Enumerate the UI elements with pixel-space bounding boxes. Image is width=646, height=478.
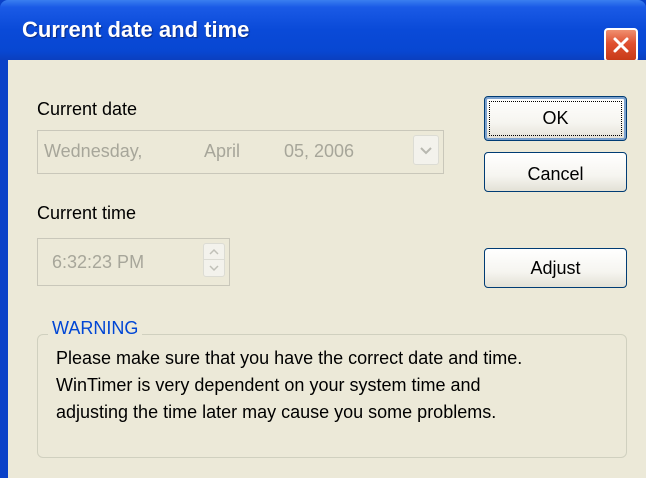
time-value: 6:32:23 PM xyxy=(52,252,145,272)
cancel-button[interactable]: Cancel xyxy=(484,152,627,192)
close-icon xyxy=(612,36,630,54)
date-dropdown-button[interactable] xyxy=(413,135,439,165)
warning-line-3: adjusting the time later may cause you s… xyxy=(56,402,497,422)
date-picker[interactable]: Wednesday, April 05, 2006 xyxy=(37,130,444,174)
chevron-down-icon xyxy=(420,140,432,161)
close-button[interactable] xyxy=(604,28,638,62)
warning-title: WARNING xyxy=(48,318,143,339)
ok-button-label: OK xyxy=(542,108,569,128)
window-title: Current date and time xyxy=(22,17,250,42)
adjust-button-label: Adjust xyxy=(530,257,581,278)
warning-line-1: Please make sure that you have the corre… xyxy=(56,348,523,368)
current-time-label: Current time xyxy=(37,203,137,223)
date-day-year: 05, 2006 xyxy=(284,141,355,161)
date-weekday: Wednesday, xyxy=(44,141,143,161)
warning-line-2: WinTimer is very dependent on your syste… xyxy=(56,375,481,395)
title-bar[interactable]: Current date and time xyxy=(0,0,646,62)
date-month: April xyxy=(204,141,241,161)
spinner-up-icon[interactable] xyxy=(204,244,224,260)
time-input[interactable]: 6:32:23 PM xyxy=(37,238,230,286)
time-spinner[interactable] xyxy=(203,243,225,277)
ok-button[interactable]: OK xyxy=(484,96,627,141)
spinner-down-icon[interactable] xyxy=(204,260,224,276)
adjust-button[interactable]: Adjust xyxy=(484,248,627,288)
current-date-label: Current date xyxy=(37,99,138,119)
cancel-button-label: Cancel xyxy=(527,163,584,184)
